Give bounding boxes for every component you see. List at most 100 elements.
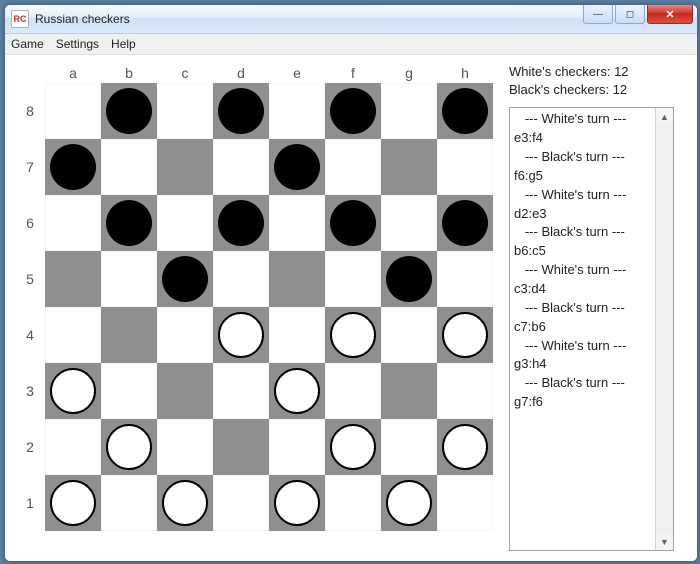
square-e3[interactable] <box>269 363 325 419</box>
square-g1[interactable] <box>381 475 437 531</box>
black-checker[interactable] <box>386 256 432 302</box>
square-a5[interactable] <box>45 251 101 307</box>
square-a7[interactable] <box>45 139 101 195</box>
square-f2[interactable] <box>325 419 381 475</box>
scrollbar[interactable]: ▲ ▼ <box>655 108 673 550</box>
square-d7[interactable] <box>213 139 269 195</box>
square-d3[interactable] <box>213 363 269 419</box>
square-b7[interactable] <box>101 139 157 195</box>
square-h7[interactable] <box>437 139 493 195</box>
square-g5[interactable] <box>381 251 437 307</box>
scroll-up-button[interactable]: ▲ <box>656 108 673 125</box>
maximize-button[interactable]: ◻ <box>615 5 645 24</box>
white-checker[interactable] <box>274 480 320 526</box>
black-checker[interactable] <box>106 200 152 246</box>
square-h2[interactable] <box>437 419 493 475</box>
black-checker[interactable] <box>442 200 488 246</box>
white-checker[interactable] <box>442 424 488 470</box>
black-checker[interactable] <box>162 256 208 302</box>
square-f7[interactable] <box>325 139 381 195</box>
minimize-button[interactable]: — <box>583 5 613 24</box>
white-checker[interactable] <box>442 312 488 358</box>
square-a2[interactable] <box>45 419 101 475</box>
black-checker[interactable] <box>218 200 264 246</box>
square-d1[interactable] <box>213 475 269 531</box>
square-h4[interactable] <box>437 307 493 363</box>
white-checker[interactable] <box>386 480 432 526</box>
square-b4[interactable] <box>101 307 157 363</box>
white-checker[interactable] <box>274 368 320 414</box>
square-e4[interactable] <box>269 307 325 363</box>
square-d5[interactable] <box>213 251 269 307</box>
square-f5[interactable] <box>325 251 381 307</box>
black-checker[interactable] <box>442 88 488 134</box>
black-checker[interactable] <box>218 88 264 134</box>
square-b1[interactable] <box>101 475 157 531</box>
square-e1[interactable] <box>269 475 325 531</box>
square-c4[interactable] <box>157 307 213 363</box>
black-checker[interactable] <box>330 200 376 246</box>
square-d6[interactable] <box>213 195 269 251</box>
square-f4[interactable] <box>325 307 381 363</box>
square-b8[interactable] <box>101 83 157 139</box>
square-c3[interactable] <box>157 363 213 419</box>
square-f3[interactable] <box>325 363 381 419</box>
square-g8[interactable] <box>381 83 437 139</box>
white-checker[interactable] <box>162 480 208 526</box>
square-d8[interactable] <box>213 83 269 139</box>
square-h5[interactable] <box>437 251 493 307</box>
square-a1[interactable] <box>45 475 101 531</box>
square-b6[interactable] <box>101 195 157 251</box>
square-a8[interactable] <box>45 83 101 139</box>
square-c1[interactable] <box>157 475 213 531</box>
square-a4[interactable] <box>45 307 101 363</box>
black-checker[interactable] <box>50 144 96 190</box>
square-f6[interactable] <box>325 195 381 251</box>
white-checker[interactable] <box>330 424 376 470</box>
menu-game[interactable]: Game <box>11 37 44 51</box>
checkers-board[interactable]: abcdefgh87654321 <box>15 63 493 551</box>
square-g2[interactable] <box>381 419 437 475</box>
square-e5[interactable] <box>269 251 325 307</box>
square-g7[interactable] <box>381 139 437 195</box>
titlebar[interactable]: RC Russian checkers — ◻ ✕ <box>5 5 697 34</box>
square-g4[interactable] <box>381 307 437 363</box>
menu-help[interactable]: Help <box>111 37 136 51</box>
black-checker[interactable] <box>274 144 320 190</box>
white-checker[interactable] <box>106 424 152 470</box>
square-g6[interactable] <box>381 195 437 251</box>
square-b5[interactable] <box>101 251 157 307</box>
square-b3[interactable] <box>101 363 157 419</box>
square-d4[interactable] <box>213 307 269 363</box>
square-e6[interactable] <box>269 195 325 251</box>
white-checker[interactable] <box>50 368 96 414</box>
scroll-down-button[interactable]: ▼ <box>656 533 673 550</box>
square-c5[interactable] <box>157 251 213 307</box>
square-d2[interactable] <box>213 419 269 475</box>
square-g3[interactable] <box>381 363 437 419</box>
move-log[interactable]: --- White's turn ---e3:f4 --- Black's tu… <box>509 107 674 551</box>
white-checker[interactable] <box>330 312 376 358</box>
square-f1[interactable] <box>325 475 381 531</box>
square-h3[interactable] <box>437 363 493 419</box>
square-e2[interactable] <box>269 419 325 475</box>
menu-settings[interactable]: Settings <box>56 37 99 51</box>
square-e8[interactable] <box>269 83 325 139</box>
white-checker[interactable] <box>218 312 264 358</box>
close-button[interactable]: ✕ <box>647 5 693 24</box>
square-a6[interactable] <box>45 195 101 251</box>
square-c6[interactable] <box>157 195 213 251</box>
square-c2[interactable] <box>157 419 213 475</box>
square-b2[interactable] <box>101 419 157 475</box>
black-checker[interactable] <box>330 88 376 134</box>
square-e7[interactable] <box>269 139 325 195</box>
square-h1[interactable] <box>437 475 493 531</box>
square-c7[interactable] <box>157 139 213 195</box>
square-f8[interactable] <box>325 83 381 139</box>
square-a3[interactable] <box>45 363 101 419</box>
square-h8[interactable] <box>437 83 493 139</box>
square-c8[interactable] <box>157 83 213 139</box>
white-checker[interactable] <box>50 480 96 526</box>
black-checker[interactable] <box>106 88 152 134</box>
square-h6[interactable] <box>437 195 493 251</box>
